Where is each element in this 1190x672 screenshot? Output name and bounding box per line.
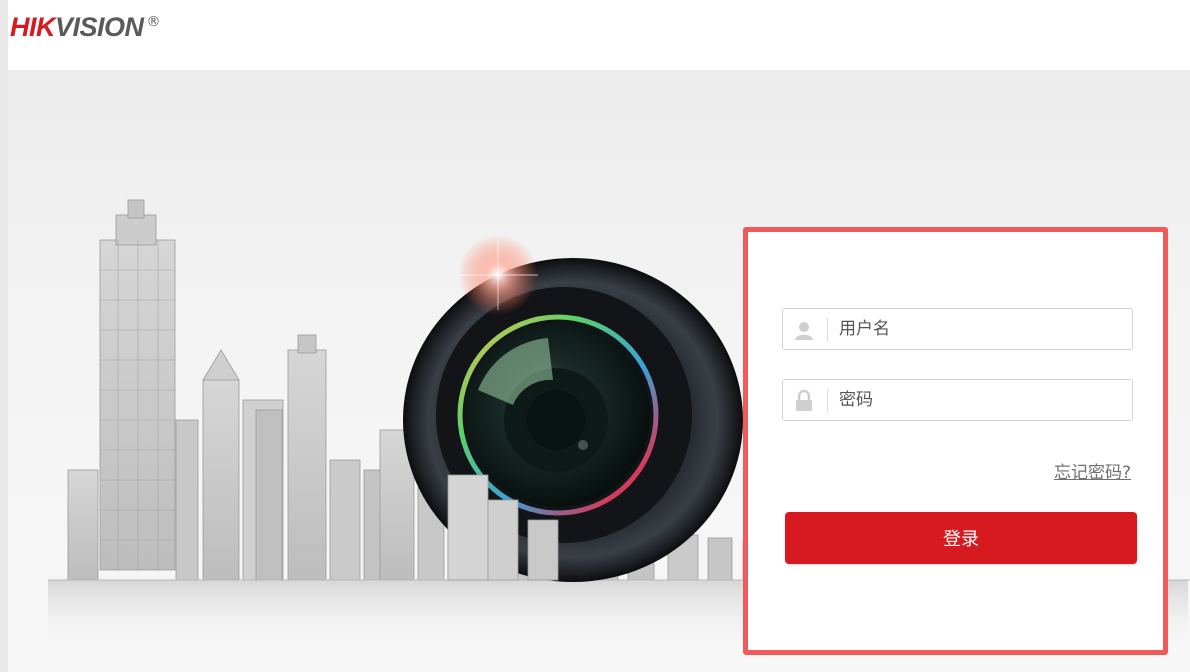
left-edge-strip bbox=[0, 0, 8, 672]
username-field[interactable] bbox=[782, 308, 1133, 350]
registered-mark: ® bbox=[146, 14, 161, 30]
user-icon bbox=[792, 318, 816, 342]
hero-banner: 忘记密码? 登录 bbox=[8, 70, 1190, 672]
forgot-password-link[interactable]: 忘记密码? bbox=[1054, 458, 1131, 483]
password-input[interactable] bbox=[839, 380, 1119, 420]
username-input[interactable] bbox=[839, 309, 1119, 349]
logo-secondary-text: VISION bbox=[55, 12, 144, 42]
login-button[interactable]: 登录 bbox=[785, 512, 1137, 564]
hikvision-logo: HIK VISION ® bbox=[10, 12, 161, 44]
field-separator bbox=[827, 318, 828, 342]
logo-primary-text: HIK bbox=[10, 12, 56, 42]
password-field[interactable] bbox=[782, 379, 1133, 421]
lock-icon bbox=[792, 389, 816, 413]
field-separator bbox=[827, 389, 828, 413]
header: HIK VISION ® bbox=[8, 0, 1190, 70]
login-panel: 忘记密码? 登录 bbox=[743, 227, 1168, 655]
